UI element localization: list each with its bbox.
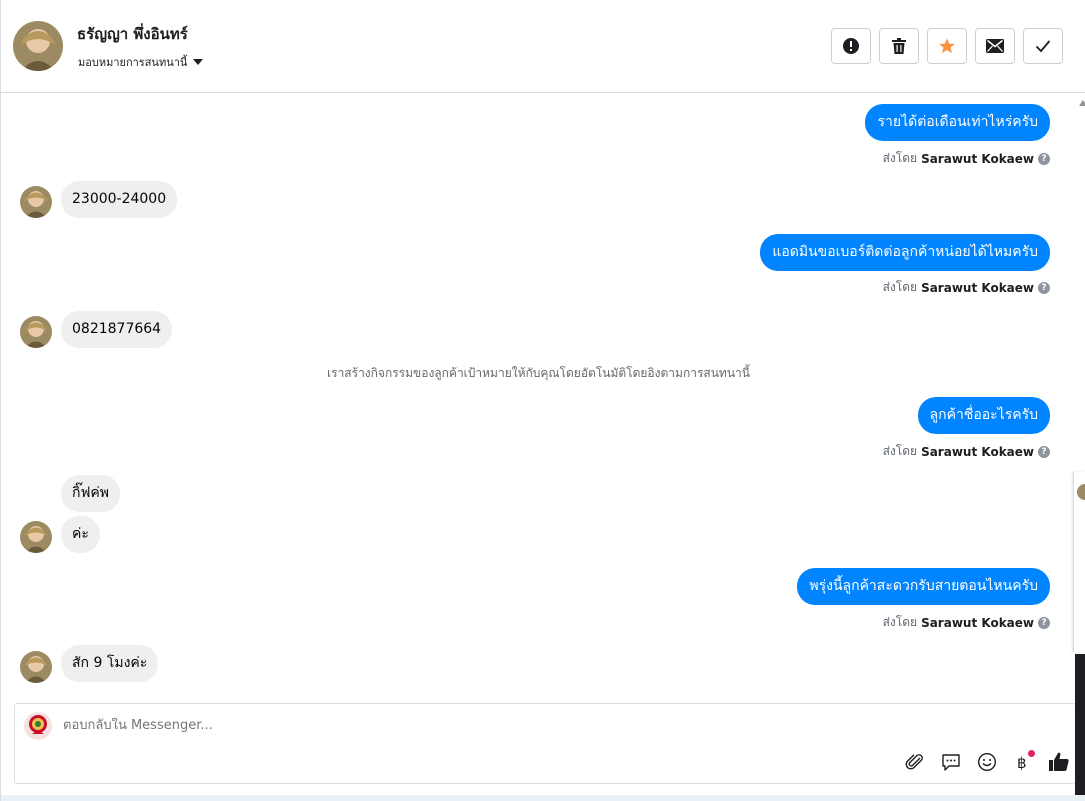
message-row-incoming: 0821877664 xyxy=(61,311,173,348)
message-bubble-incoming[interactable]: ค่ะ xyxy=(61,516,100,553)
delete-button[interactable] xyxy=(879,28,919,64)
message-bubble-incoming[interactable]: กิ๊ฟค่พ xyxy=(61,475,120,512)
contact-avatar-small[interactable] xyxy=(20,316,52,348)
check-icon xyxy=(1035,40,1051,53)
conversation-header: ธรัญญา พึ่งอินทร์ มอบหมายการสนทนานี้ xyxy=(1,0,1085,93)
emoji-icon xyxy=(977,752,997,772)
emoji-button[interactable] xyxy=(975,750,999,774)
system-notice: เราสร้างกิจกรรมของลูกค้าเป้าหมายให้กับคุ… xyxy=(327,366,750,380)
sent-by-prefix: ส่งโดย xyxy=(882,151,918,165)
message-bubble-outgoing[interactable]: ลูกค้าชื่ออะไรครับ xyxy=(917,397,1050,434)
sent-by-line: ส่งโดย Sarawut Kokaew ? xyxy=(883,442,1050,461)
sent-by-prefix: ส่งโดย xyxy=(882,280,918,294)
message-row-incoming: กิ๊ฟค่พ xyxy=(61,475,120,512)
assign-label: มอบหมายการสนทนานี้ xyxy=(78,56,188,69)
star-icon xyxy=(939,38,955,54)
message-bubble-outgoing[interactable]: รายได้ต่อเดือนเท่าไหร่ครับ xyxy=(865,104,1050,141)
help-icon[interactable]: ? xyxy=(1038,152,1050,165)
message-row-incoming: 23000-24000 xyxy=(61,181,178,218)
conversation-window: ธรัญญา พึ่งอินทร์ มอบหมายการสนทนานี้ ราย… xyxy=(0,0,1085,801)
paperclip-icon xyxy=(905,754,923,770)
contact-avatar-small[interactable] xyxy=(20,651,52,683)
contact-name[interactable]: ธรัญญา พึ่งอินทร์ xyxy=(77,22,188,46)
like-button[interactable] xyxy=(1047,750,1071,774)
envelope-icon xyxy=(986,39,1004,53)
saved-replies-button[interactable] xyxy=(939,750,963,774)
help-icon[interactable]: ? xyxy=(1038,281,1050,294)
side-panel-edge[interactable] xyxy=(1073,472,1085,652)
bottom-strip xyxy=(1,795,1085,801)
contact-avatar[interactable] xyxy=(13,21,63,71)
message-bubble-incoming[interactable]: 23000-24000 xyxy=(61,181,178,218)
conversation-actions xyxy=(831,28,1063,64)
sent-by-line: ส่งโดย Sarawut Kokaew ? xyxy=(883,278,1050,297)
message-row-outgoing: ลูกค้าชื่ออะไรครับ xyxy=(917,397,1050,434)
thumbs-up-icon xyxy=(1049,752,1069,771)
message-row-outgoing: แอดมินขอเบอร์ติดต่อลูกค้าหน่อยได้ไหมครับ xyxy=(760,234,1050,271)
message-list[interactable]: รายได้ต่อเดือนเท่าไหร่ครับ ส่งโดย Sarawu… xyxy=(1,94,1076,700)
chat-bubble-icon xyxy=(942,754,960,771)
payment-button[interactable]: ฿ xyxy=(1011,750,1035,774)
star-button[interactable] xyxy=(927,28,967,64)
chevron-down-icon[interactable] xyxy=(193,59,204,65)
composer-toolbar: ฿ xyxy=(903,750,1071,774)
help-icon[interactable]: ? xyxy=(1038,445,1050,458)
message-row-incoming: สัก 9 โมงค่ะ xyxy=(61,645,159,682)
notification-dot xyxy=(1028,750,1035,757)
mark-spam-button[interactable] xyxy=(831,28,871,64)
help-icon[interactable]: ? xyxy=(1038,616,1050,629)
message-bubble-incoming[interactable]: 0821877664 xyxy=(61,311,173,348)
sent-by-line: ส่งโดย Sarawut Kokaew ? xyxy=(883,149,1050,168)
mark-done-button[interactable] xyxy=(1023,28,1063,64)
side-dark-panel xyxy=(1075,654,1085,801)
message-bubble-outgoing[interactable]: แอดมินขอเบอร์ติดต่อลูกค้าหน่อยได้ไหมครับ xyxy=(760,234,1050,271)
page-avatar xyxy=(24,712,52,740)
mark-unread-button[interactable] xyxy=(975,28,1015,64)
message-row-outgoing: รายได้ต่อเดือนเท่าไหร่ครับ xyxy=(865,104,1050,141)
message-row-outgoing: พรุ่งนี้ลูกค้าสะดวกรับสายตอนไหนครับ xyxy=(797,568,1050,605)
assign-conversation-dropdown[interactable]: มอบหมายการสนทนานี้ xyxy=(78,53,204,71)
message-bubble-outgoing[interactable]: พรุ่งนี้ลูกค้าสะดวกรับสายตอนไหนครับ xyxy=(797,568,1050,605)
sent-by-name: Sarawut Kokaew xyxy=(921,280,1034,295)
sent-by-prefix: ส่งโดย xyxy=(882,444,918,458)
sent-by-name: Sarawut Kokaew xyxy=(921,444,1034,459)
alert-icon xyxy=(843,38,859,54)
trash-icon xyxy=(892,38,906,54)
reply-input[interactable] xyxy=(63,718,863,733)
contact-avatar-small[interactable] xyxy=(20,521,52,553)
reply-composer: ฿ xyxy=(14,703,1076,784)
message-row-incoming: ค่ะ xyxy=(61,516,100,553)
sent-by-prefix: ส่งโดย xyxy=(882,615,918,629)
sent-by-name: Sarawut Kokaew xyxy=(921,151,1034,166)
sent-by-name: Sarawut Kokaew xyxy=(921,615,1034,630)
message-bubble-incoming[interactable]: สัก 9 โมงค่ะ xyxy=(61,645,159,682)
svg-text:฿: ฿ xyxy=(1017,754,1027,772)
sent-by-line: ส่งโดย Sarawut Kokaew ? xyxy=(883,613,1050,632)
contact-avatar-small[interactable] xyxy=(20,186,52,218)
avatar-edge-icon xyxy=(1077,484,1085,500)
attach-file-button[interactable] xyxy=(903,750,927,774)
scroll-up-arrow-icon[interactable] xyxy=(1079,100,1085,106)
